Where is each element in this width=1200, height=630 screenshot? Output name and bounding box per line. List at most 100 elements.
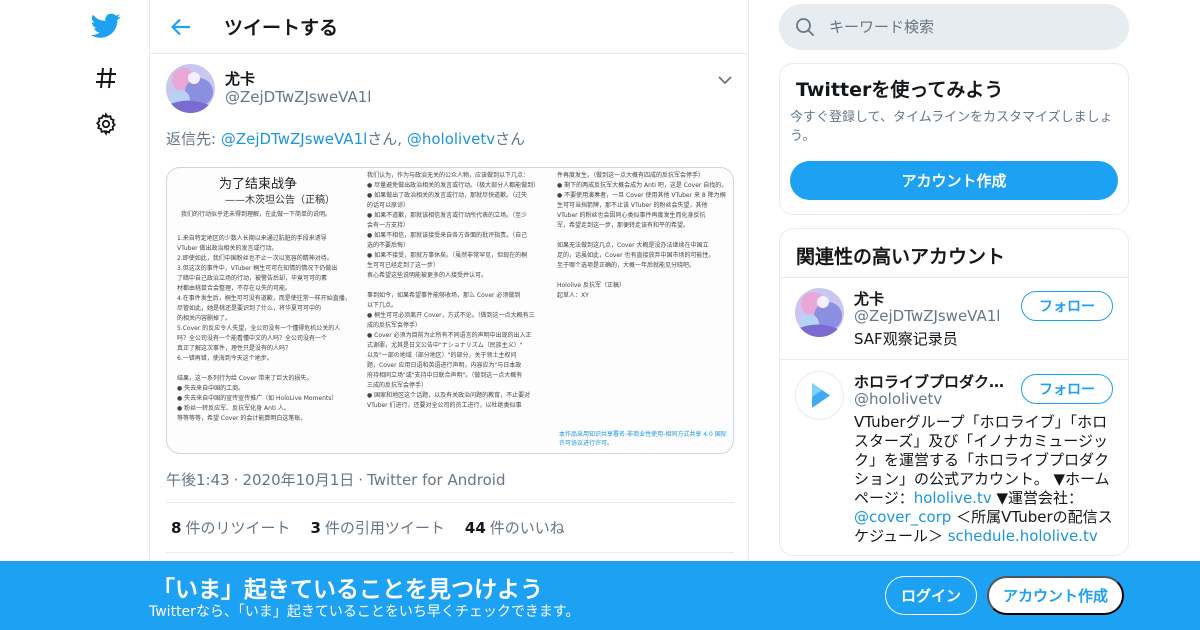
image-text-line: VTuber 的粉丝也会因同心类似事件再度发生而化身反抗 [557,212,706,219]
image-text-line: 选的不要后悔） [367,242,410,249]
image-text-line: ● 如果不相信，那就该接受来自各方各面的批评指责。（自己 [367,232,528,239]
main-column: ツイートする 尤卡 @ZejDTwZJsweVA1l 返信先: @ZejDTwZ… [149,0,749,630]
tweet-source[interactable]: Twitter for Android [367,471,505,489]
image-text-line: 事到如今，如果希望事件能够收场，那么 Cover 必须做到 [367,292,521,299]
bio-link[interactable]: schedule.hololive.tv [948,527,1098,545]
image-text-line: ● 如果不接受，那就万事休矣。（虽然非常罕见，但现在的桐 [367,252,528,259]
reply-handle-link[interactable]: @ZejDTwZJsweVA1l [221,130,367,148]
left-nav [60,0,150,630]
like-count[interactable]: 44 件のいいね [465,517,565,538]
signup-card-description: 今すぐ登録して、タイムラインをカスタマイズしましょう。 [790,110,1113,144]
image-column-1: 1.来自特定地区的少数人长期以来通过肮脏的手段来诱导 VTuber 做出政治相关的… [177,234,362,424]
signup-card-title: Twitterを使ってみよう [796,79,1004,101]
account-name[interactable]: 尤卡 [854,288,1014,309]
image-text-line: ● 如果不道歉，那就该相信发言或行动所代表的立场。（至少 [367,212,528,219]
image-text-line: 起草人：XY [557,292,589,299]
bio-link[interactable]: hololive.tv [914,489,992,507]
search-box [779,4,1129,50]
image-text-line: 会有一方支持） [367,222,410,229]
reply-suffix: さん [495,130,526,148]
login-button[interactable]: ログイン [885,576,977,615]
reply-prefix: 返信先: [166,130,221,148]
twitter-bird-icon[interactable] [90,10,122,42]
image-text-line: 至于哪个选项是正确的，大概一年后就能见分晓吧。 [557,262,696,269]
image-text-line: 6.一错再错，使海到今天这个地步。 [177,355,273,362]
bio-link[interactable]: @cover_corp [854,508,951,526]
image-text-line [177,364,362,374]
image-text-line: ● 如果做出了政治相关的发言或行动，那就尽快道歉。（过失 [367,192,528,199]
gear-icon[interactable] [90,108,122,140]
image-text-line: 生可可已经走到了这一步） [367,262,440,269]
reply-handle-link[interactable]: @hololivetv [407,130,495,148]
chevron-down-icon[interactable] [718,70,732,89]
tweet-stats: 8 件のリツイート 3 件の引用ツイート 44 件のいいね [166,502,734,553]
image-text-line: 如果无法做到这几点，Cover 大概是没办法继续在中国立 [557,242,709,249]
image-text-line: 以及"一部の地域（部分地区）"的部分，关于领土主权问 [367,352,517,359]
reply-suffix: さん, [367,130,407,148]
signup-button[interactable]: アカウント作成 [987,576,1124,615]
reply-context: 返信先: @ZejDTwZJsweVA1lさん, @hololivetvさん [166,128,525,149]
image-text-line: ● 桐生可可必须离开 Cover，方式不论。（做到这一点大概有三 [367,312,535,319]
image-text-line: ● 失去来自中国的宣传宣传推广（如 HoloLive Moments） [177,395,338,402]
create-account-button[interactable]: アカウント作成 [790,161,1118,200]
retweet-count[interactable]: 8 件のリツイート [171,517,290,538]
retweet-number: 8 [171,519,182,537]
quote-count[interactable]: 3 件の引用ツイート [310,517,444,538]
image-text-line: 生可可当挡箭牌，那不止该 VTuber 的粉丝会失望，其他 [557,202,708,209]
signup-banner: 「いま」起きていることを見つけよう Twitterなら、「いま」起きていることを… [0,561,1200,630]
account-bio: VTuberグループ「ホロライブ」「ホロスターズ」及び「イノナカミュージック」を… [854,413,1118,546]
image-text-line: 的话可以原谅） [367,202,410,209]
image-text-line: 式谢罪，尤其是日文公告中"ナショナリズム（民族主义）" [367,342,523,349]
image-text-line: 结果，这一系列行为给 Cover 带来了巨大的损失。 [177,375,313,382]
image-text-line: VTuber 做出政治相关的发言或行动。 [177,245,278,252]
author-handle[interactable]: @ZejDTwZJsweVA1l [225,88,371,106]
image-text-line [557,271,729,281]
quote-number: 3 [310,519,321,537]
tweet-image[interactable]: 为了结束战争 ——木茨坦公告（正稿） 我们的行动似乎还未得到理解，在此做一下简单… [166,167,734,454]
image-subtitle: ——木茨坦公告（正稿） [225,195,335,206]
image-text-line: 3.但这次的事件中，VTuber 桐生可可在知情的情况下仍做出 [177,265,338,272]
signup-card: Twitterを使ってみよう 今すぐ登録して、タイムラインをカスタマイズしましょ… [779,63,1129,215]
tweet-date[interactable]: 2020年10月1日 [242,471,354,489]
image-text-line: 足的，话虽如此，Cover 也有直接放弃中国市场的可能性。 [557,252,715,259]
image-license-footer: 本作品采用知识共享署名-非商业性使用-相同方式共享 4.0 国际许可协议进行许可… [559,431,727,447]
related-account[interactable]: ホロライブプロダクション @hololivetv VTuberグループ「ホロライ… [780,361,1128,555]
account-handle[interactable]: @hololivetv [854,390,942,408]
image-text-line [557,231,729,241]
image-text-line: 4.在事件发生后，桐生可可没有道歉，而是使往常一样开始直播， [177,295,351,302]
hashtag-icon[interactable] [90,62,122,94]
avatar[interactable] [795,288,844,337]
image-text-line: 件再度发生。（做到这一点大概有四成的反抗军会停手） [557,172,705,179]
follow-button[interactable]: フォロー [1021,291,1113,321]
image-text-line: 三成的反抗军会停手） [367,382,428,389]
image-text-line: 材都由桃鼠合会整理，不存在以失的可能。 [177,285,292,292]
tweet-time[interactable]: 午後1:43 [166,471,230,489]
image-text-line: 尽管如此，她是桃还是要识到了什么，将华夏可可中的 [177,305,322,312]
account-name[interactable]: ホロライブプロダクション [854,371,1014,392]
back-arrow-icon[interactable] [166,12,196,42]
bio-text: ▼運営会社： [991,489,1084,507]
image-text-line: 题，Cover 应用日语和英语进行声明，内容应为"与日本政 [367,362,522,369]
avatar[interactable] [795,371,844,420]
like-label: 件のいいね [489,519,565,537]
avatar[interactable] [166,64,215,113]
related-account[interactable]: 尤卡 @ZejDTwZJsweVA1l SAF观察记录员 フォロー [780,278,1128,360]
image-text-line: ● 粉丝一转反应军、反抗军化身 Anti 人。 [177,405,290,412]
account-bio: SAF观察记录员 [854,330,958,348]
account-handle[interactable]: @ZejDTwZJsweVA1l [854,307,1000,325]
image-column-3: 件再度发生。（做到这一点大概有四成的反抗军会停手） ● 剩下的两成反抗军大概会成为… [557,171,729,301]
image-text-line: ● 国家和地区这个话题，以及有关政治问题的教育，不止要对 [367,392,531,399]
search-input[interactable] [829,12,1109,42]
author-name[interactable]: 尤卡 [225,68,255,89]
follow-button[interactable]: フォロー [1021,374,1113,404]
image-text-line: 军，希望走到这一步，那便转走该有和平的希望。 [557,222,690,229]
image-text-line: 真正了解这次事件，理性只是没有的人吗？ [177,345,292,352]
tweet-meta: 午後1:43 · 2020年10月1日 · Twitter for Android [166,471,506,489]
related-accounts-title: 関連性の高いアカウント [796,246,1006,268]
quote-label: 件の引用ツイート [324,519,445,537]
image-text-line [367,281,553,291]
like-number: 44 [464,519,486,537]
image-text-line: ● Cover 必须为目前为止所有不同语言的声明中出现的出入正 [367,332,532,339]
image-text-line: 成的反抗军会停手） [367,322,422,329]
image-text-line: Hololive 反抗军（正稿） [557,282,626,289]
